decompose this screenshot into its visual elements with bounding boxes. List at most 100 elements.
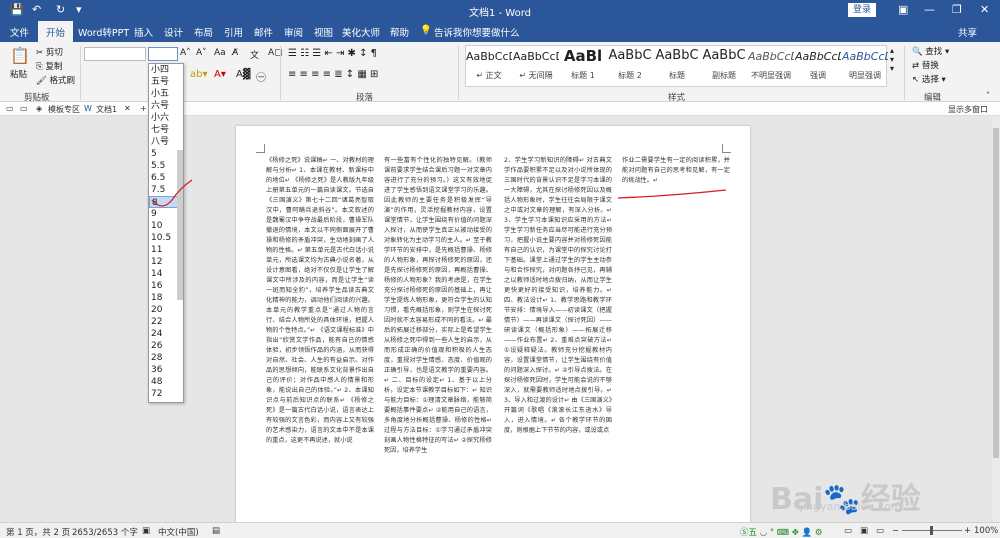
font-size-option[interactable]: 七号 xyxy=(149,124,183,136)
macro-icon[interactable]: ▤ xyxy=(212,526,220,536)
tab-design[interactable]: 设计 xyxy=(164,25,183,39)
tell-me-search[interactable]: 告诉我你想要做什么 xyxy=(434,25,520,39)
cut-button[interactable]: ✂ 剪切 xyxy=(36,46,63,58)
new-tab-button[interactable]: + xyxy=(140,104,147,113)
copy-button[interactable]: ⎘ 复制 xyxy=(36,60,63,72)
style-no-spacing[interactable]: AaBbCcDd ↵ 无间隔 xyxy=(513,46,559,86)
font-size-option[interactable]: 五号 xyxy=(149,76,183,88)
highlight-icon[interactable]: ab▾ xyxy=(190,69,208,80)
tab-help[interactable]: 帮助 xyxy=(390,25,409,39)
template-icon: ◈ xyxy=(36,104,43,113)
style-subtle-emphasis[interactable]: AaBbCcD 不明显强调 xyxy=(748,46,794,86)
font-size-option[interactable]: 小六 xyxy=(149,112,183,124)
shading-icon[interactable]: A▓ xyxy=(236,69,251,80)
select-button[interactable]: ↖ 选择 ▾ xyxy=(912,73,946,85)
font-size-option[interactable]: 小四 xyxy=(149,64,183,76)
style-title[interactable]: AaBbC 标题 xyxy=(654,46,700,86)
crop-mark xyxy=(256,144,265,153)
font-size-option[interactable]: 72 xyxy=(149,388,183,400)
collapse-ribbon-icon[interactable]: ˄ xyxy=(986,91,990,100)
style-emphasis[interactable]: AaBbCcD 强调 xyxy=(795,46,841,86)
zoom-slider-handle[interactable] xyxy=(930,526,933,535)
style-intense-emphasis[interactable]: AaBbCcD 明显强调 xyxy=(842,46,888,86)
language[interactable]: 中文(中国) xyxy=(158,526,199,538)
tab-beauty-master[interactable]: 美化大师 xyxy=(342,25,380,39)
font-size-option[interactable]: 六号 xyxy=(149,100,183,112)
font-size-option[interactable]: 26 xyxy=(149,340,183,352)
tab-mailings[interactable]: 邮件 xyxy=(254,25,273,39)
tab-references[interactable]: 引用 xyxy=(224,25,243,39)
ime-icon[interactable]: Ⓢ五 ◡ ° ⌨ ✥ 👤 ⚙ xyxy=(740,526,822,538)
style-name: 不明显强调 xyxy=(751,71,791,80)
find-button[interactable]: 🔍 查找 ▾ xyxy=(912,45,949,57)
read-mode-icon[interactable]: ▭ xyxy=(844,526,852,536)
styles-scroll-icon[interactable]: ▴ ▾ ▾ xyxy=(890,46,894,73)
style-normal[interactable]: AaBbCcDd ↵ 正文 xyxy=(466,46,512,86)
replace-button[interactable]: ⇄ 替换 xyxy=(912,59,939,71)
font-size-box[interactable] xyxy=(148,47,178,61)
style-preview: AaBbCcDd xyxy=(466,50,512,63)
proofing-icon[interactable]: ▣ xyxy=(142,526,150,536)
font-size-option[interactable]: 36 xyxy=(149,364,183,376)
bullets-icon[interactable]: ☰ ☷ ☰ ⇤ ⇥ ✱ ↕ ¶ xyxy=(288,48,377,59)
font-size-option[interactable]: 24 xyxy=(149,328,183,340)
font-name-box[interactable] xyxy=(84,47,146,61)
dropdown-scroll-thumb[interactable] xyxy=(177,150,183,300)
close-icon[interactable]: ✕ xyxy=(980,3,989,16)
font-size-option[interactable]: 八号 xyxy=(149,136,183,148)
styles-gallery: AaBbCcDd ↵ 正文 AaBbCcDd ↵ 无间隔 AaBl 标题 1 AaBb… xyxy=(465,45,888,87)
tab-close-icon[interactable]: ✕ xyxy=(124,104,131,113)
doc-icon[interactable]: ▭ xyxy=(6,104,14,113)
text-column-4[interactable]: 作业二需要学生有一定的阅读积累，并能对问题有自己的思考和见解，有一定的挑战性。↵ xyxy=(622,156,730,522)
paste-icon[interactable]: 📋 xyxy=(10,46,30,65)
vertical-scroll-thumb[interactable] xyxy=(993,128,999,458)
shrink-font-icon[interactable]: A˅ xyxy=(196,48,207,58)
login-button[interactable]: 登录 xyxy=(848,3,876,17)
word-count[interactable]: 2653/2653 个字 xyxy=(72,526,138,538)
font-size-option[interactable]: 20 xyxy=(149,304,183,316)
align-icons[interactable]: ≡ ≡ ≡ ≡ ≣ ↕ ▦ ⊞ xyxy=(288,69,378,80)
zoom-level[interactable]: 100% xyxy=(974,526,998,536)
grow-font-icon[interactable]: A˄ xyxy=(180,48,191,58)
style-subtitle[interactable]: AaBbC 副标题 xyxy=(701,46,747,86)
tab-view[interactable]: 视图 xyxy=(314,25,333,39)
tab-insert[interactable]: 插入 xyxy=(134,25,153,39)
text-column-3[interactable]: 2、学生学习新知识的障碍↵ 对古典文学作品要积累不足以及对小说所体现的三国时代的… xyxy=(504,156,612,522)
folder-icon[interactable]: ▭ xyxy=(20,104,28,113)
style-heading1[interactable]: AaBl 标题 1 xyxy=(560,46,606,86)
paste-button[interactable]: 粘贴 xyxy=(10,68,27,80)
tab-document1[interactable]: 文档1 xyxy=(96,104,117,115)
document-page[interactable]: 《杨修之死》说课稿↵ 一、对教材的理解与分析↵ 1、本课在教材、新课标中的地位↵… xyxy=(236,126,750,522)
zoom-in-icon[interactable]: + xyxy=(964,526,971,536)
font-size-option[interactable]: 22 xyxy=(149,316,183,328)
text-column-2[interactable]: 有一些富有个性化的独特见解。（教师课前要求学生结合课后习题一对文章内容进行了充分… xyxy=(384,156,492,522)
minimize-icon[interactable]: — xyxy=(924,3,935,16)
page-count[interactable]: 第 1 页，共 2 页 xyxy=(6,526,70,538)
change-case-icon[interactable]: Aa xyxy=(214,48,226,58)
style-heading2[interactable]: AaBbC 标题 2 xyxy=(607,46,653,86)
tab-review[interactable]: 审阅 xyxy=(284,25,303,39)
ribbon-display-icon[interactable]: ▣ xyxy=(898,3,908,16)
web-layout-icon[interactable]: ▭ xyxy=(876,526,884,536)
zoom-out-icon[interactable]: − xyxy=(892,526,899,536)
style-name: 明显强调 xyxy=(849,71,881,80)
tab-home[interactable]: 开始 xyxy=(38,21,74,42)
tab-layout[interactable]: 布局 xyxy=(194,25,213,39)
show-multi-window[interactable]: 显示多窗口 xyxy=(948,104,988,115)
print-layout-icon[interactable]: ▣ xyxy=(860,526,868,536)
tab-word-to-ppt[interactable]: Word转PPT xyxy=(78,25,129,39)
tab-template-zone[interactable]: 模板专区 xyxy=(48,104,80,115)
style-name: 强调 xyxy=(810,71,826,80)
enclose-char-icon[interactable]: ㊀ xyxy=(256,69,266,84)
font-size-option[interactable]: 28 xyxy=(149,352,183,364)
tab-file[interactable]: 文件 xyxy=(10,25,29,39)
font-size-option[interactable]: 小五 xyxy=(149,88,183,100)
clear-format-icon[interactable]: A̸ xyxy=(232,48,238,58)
restore-icon[interactable]: ❐ xyxy=(952,3,962,16)
text-column-1[interactable]: 《杨修之死》说课稿↵ 一、对教材的理解与分析↵ 1、本课在教材、新课标中的地位↵… xyxy=(266,156,374,522)
font-size-option[interactable]: 48 xyxy=(149,376,183,388)
phonetic-icon[interactable]: 文 xyxy=(250,48,259,61)
font-color-icon[interactable]: A▾ xyxy=(214,69,226,80)
share-button[interactable]: 共享 xyxy=(958,25,977,39)
format-painter-button[interactable]: 🖌 格式刷 xyxy=(36,74,75,86)
